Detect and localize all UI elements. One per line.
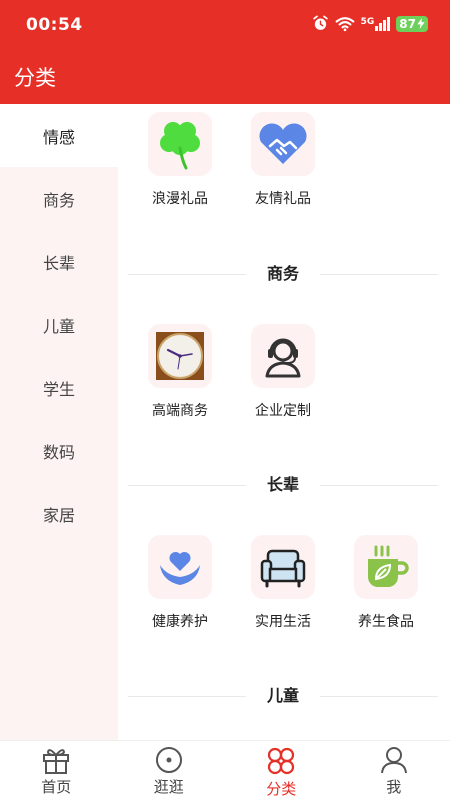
category-item-corporate-custom[interactable]: 企业定制 [233, 324, 333, 420]
alarm-icon [312, 15, 328, 30]
sidebar-item-students[interactable]: 学生 [0, 356, 118, 419]
charging-bolt-icon [417, 18, 425, 29]
category-item-high-end-business[interactable]: 高端商务 [130, 324, 230, 420]
section-header-elders: 长辈 [128, 475, 438, 495]
item-tile [251, 324, 315, 388]
network-type: 5G [360, 16, 375, 27]
section-header-business: 商务 [128, 264, 438, 284]
tab-label: 分类 [266, 780, 297, 798]
item-tile [148, 535, 212, 599]
sidebar-item-business[interactable]: 商务 [0, 167, 118, 230]
divider [320, 696, 438, 697]
battery-indicator: 87 [396, 15, 428, 32]
status-icons: 5G 87 [312, 15, 428, 32]
item-tile [148, 324, 212, 388]
item-tile [251, 535, 315, 599]
battery-level: 87 [399, 16, 416, 31]
item-label: 企业定制 [255, 403, 311, 419]
clover-icon [160, 122, 200, 170]
category-item-health-care[interactable]: 健康养护 [130, 535, 230, 631]
item-tile [354, 535, 418, 599]
tab-browse[interactable]: 逛逛 [113, 741, 226, 800]
section-header-children: 儿童 [128, 686, 438, 706]
status-bar: 00:54 5G 87 [0, 0, 450, 52]
divider [128, 274, 246, 275]
headset-agent-icon [265, 338, 301, 378]
category-sidebar: 情感 商务 长辈 儿童 学生 数码 家居 [0, 104, 118, 740]
tab-label: 首页 [41, 778, 72, 796]
status-time: 00:54 [26, 15, 83, 35]
category-item-romantic-gifts[interactable]: 浪漫礼品 [130, 112, 230, 208]
category-content: 浪漫礼品 友情礼品 商务 高端商务 企业定制 长辈 健康养护 实用生活 养生食品… [118, 104, 450, 740]
sidebar-item-emotion[interactable]: 情感 [0, 104, 118, 167]
sidebar-item-label: 学生 [42, 379, 75, 399]
sidebar-item-label: 家居 [42, 505, 75, 525]
item-label: 健康养护 [152, 614, 208, 630]
bottom-tab-bar: 首页 逛逛 分类 我 [0, 740, 450, 800]
divider [128, 696, 246, 697]
sidebar-item-digital[interactable]: 数码 [0, 419, 118, 482]
category-item-practical-life[interactable]: 实用生活 [233, 535, 333, 631]
cell-signal-icon: 5G [360, 16, 391, 31]
compass-icon [155, 747, 182, 773]
user-icon [380, 747, 407, 774]
tab-category[interactable]: 分类 [225, 741, 338, 800]
sidebar-item-children[interactable]: 儿童 [0, 293, 118, 356]
divider [320, 274, 438, 275]
tab-label: 逛逛 [153, 778, 184, 796]
item-label: 养生食品 [358, 614, 414, 630]
sidebar-item-label: 儿童 [42, 316, 75, 336]
tab-label: 我 [386, 778, 402, 796]
heart-hands-icon [160, 551, 200, 585]
section-title: 长辈 [266, 475, 299, 494]
category-icon [268, 747, 295, 775]
app-header: 00:54 5G 87 分类 [0, 0, 450, 104]
sidebar-item-elders[interactable]: 长辈 [0, 230, 118, 293]
item-label: 高端商务 [152, 403, 208, 419]
tab-me[interactable]: 我 [338, 741, 450, 800]
item-tile [148, 112, 212, 176]
divider [128, 485, 246, 486]
sidebar-item-label: 情感 [42, 127, 75, 147]
page-title: 分类 [14, 66, 56, 90]
sofa-icon [260, 549, 306, 588]
item-label: 友情礼品 [255, 191, 311, 207]
sidebar-item-label: 商务 [42, 190, 75, 210]
item-tile [251, 112, 315, 176]
category-item-friendship-gifts[interactable]: 友情礼品 [233, 112, 333, 208]
sidebar-item-label: 长辈 [42, 253, 75, 273]
section-title: 商务 [266, 264, 299, 283]
sidebar-item-label: 数码 [42, 442, 75, 462]
clock-icon [156, 332, 204, 380]
item-label: 浪漫礼品 [152, 191, 208, 207]
handshake-icon [259, 123, 307, 164]
wifi-icon [335, 16, 355, 31]
sidebar-item-home[interactable]: 家居 [0, 482, 118, 545]
divider [320, 485, 438, 486]
gift-icon [43, 749, 70, 774]
section-title: 儿童 [266, 686, 299, 705]
tab-home[interactable]: 首页 [0, 741, 113, 800]
category-item-health-food[interactable]: 养生食品 [336, 535, 436, 631]
tea-cup-icon [368, 545, 409, 587]
item-label: 实用生活 [255, 614, 311, 630]
